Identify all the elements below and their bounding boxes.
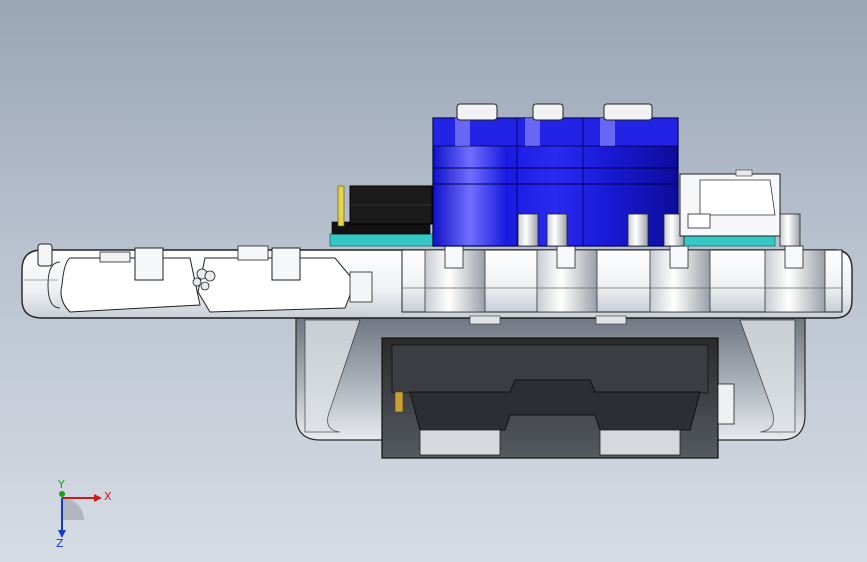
cad-viewport[interactable]: X Y Z	[0, 0, 867, 562]
right-segment[interactable]	[401, 245, 843, 325]
battery-holder[interactable]	[381, 337, 735, 459]
upper-battery-pack[interactable]	[337, 185, 433, 227]
y-axis-dot	[59, 491, 65, 497]
coordinate-triad-icon: X Y Z	[56, 480, 112, 550]
x-axis-arrow	[94, 494, 102, 502]
z-axis-label: Z	[56, 537, 64, 550]
sensor-module[interactable]	[679, 169, 781, 237]
y-axis-label: Y	[57, 480, 65, 491]
cad-model-drawing[interactable]	[0, 0, 867, 562]
x-axis-label: X	[104, 490, 112, 503]
